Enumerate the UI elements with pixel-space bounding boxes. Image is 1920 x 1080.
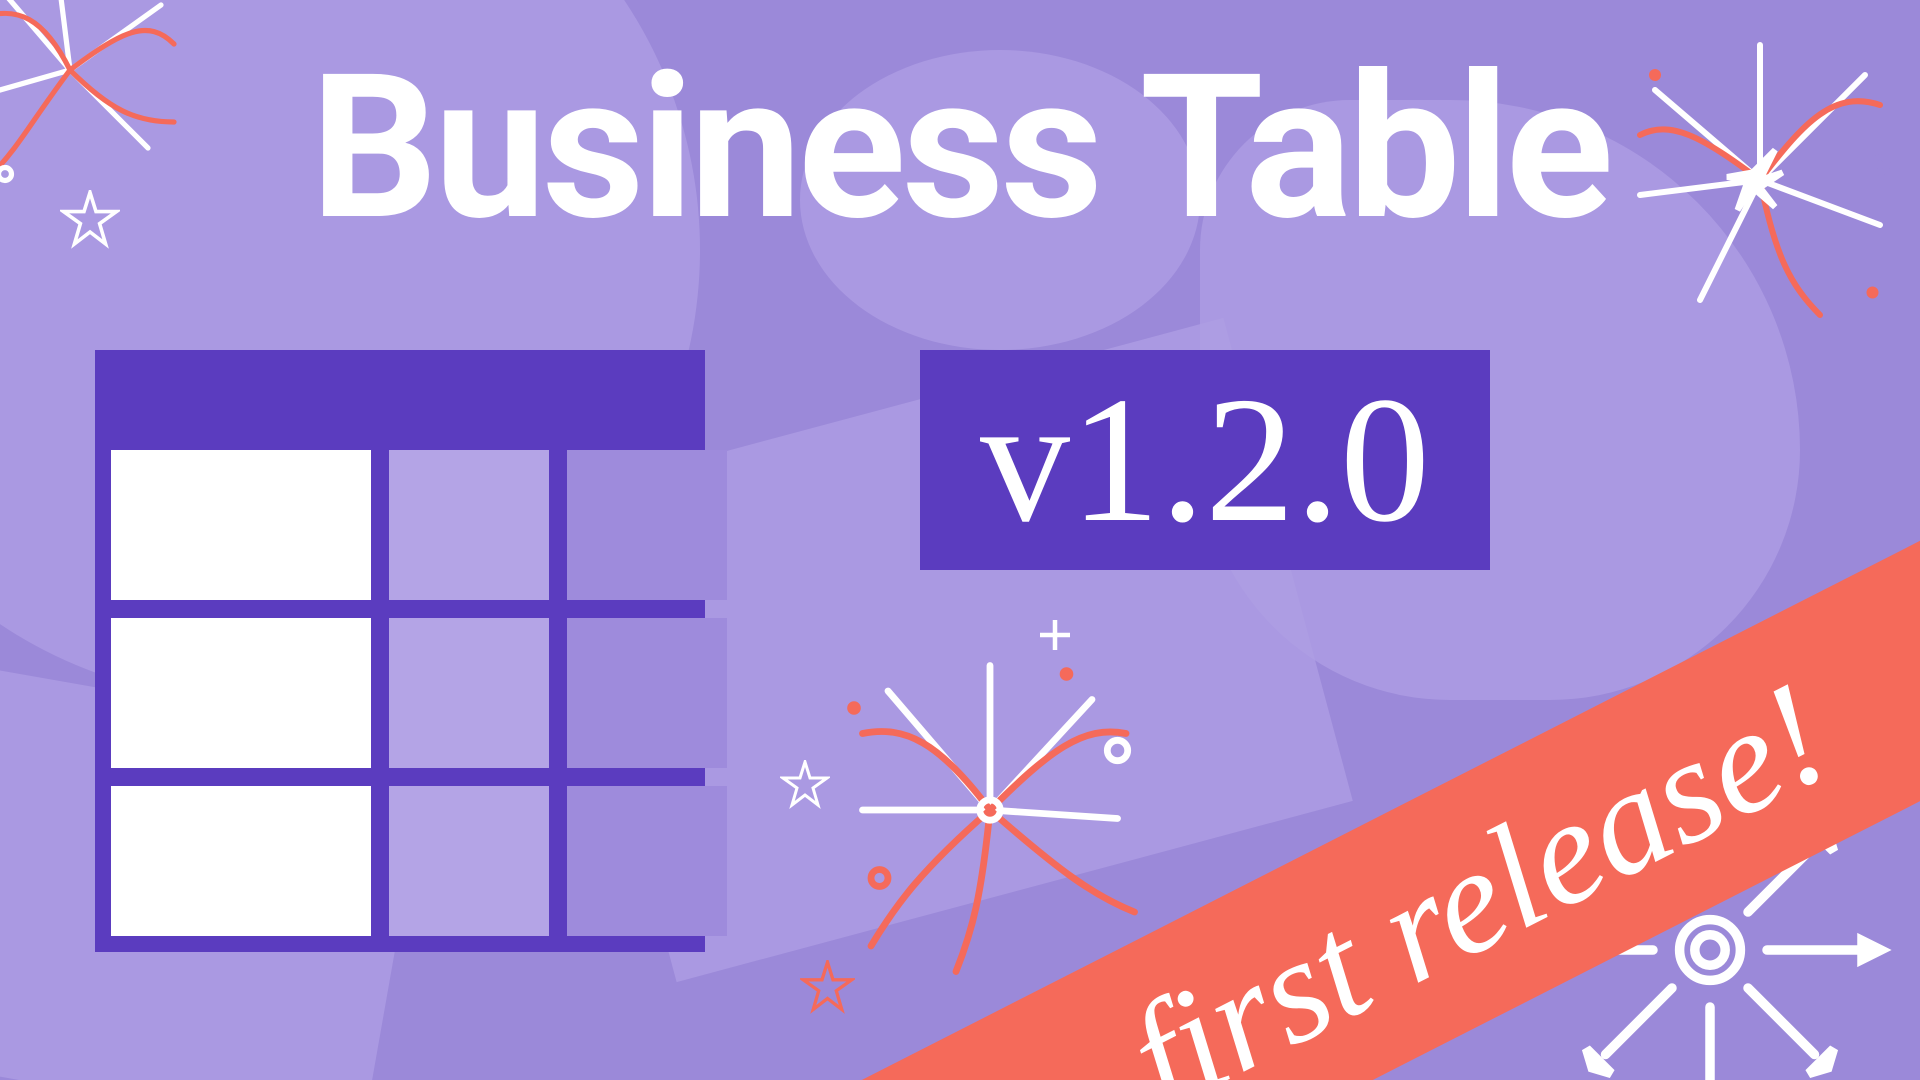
- version-badge: v1.2.0: [920, 350, 1490, 570]
- star-icon: [800, 960, 855, 1015]
- banner-title: Business Table: [0, 30, 1920, 265]
- banner-canvas: Business Table v1.2.0: [0, 0, 1920, 1080]
- table-icon: [95, 350, 705, 940]
